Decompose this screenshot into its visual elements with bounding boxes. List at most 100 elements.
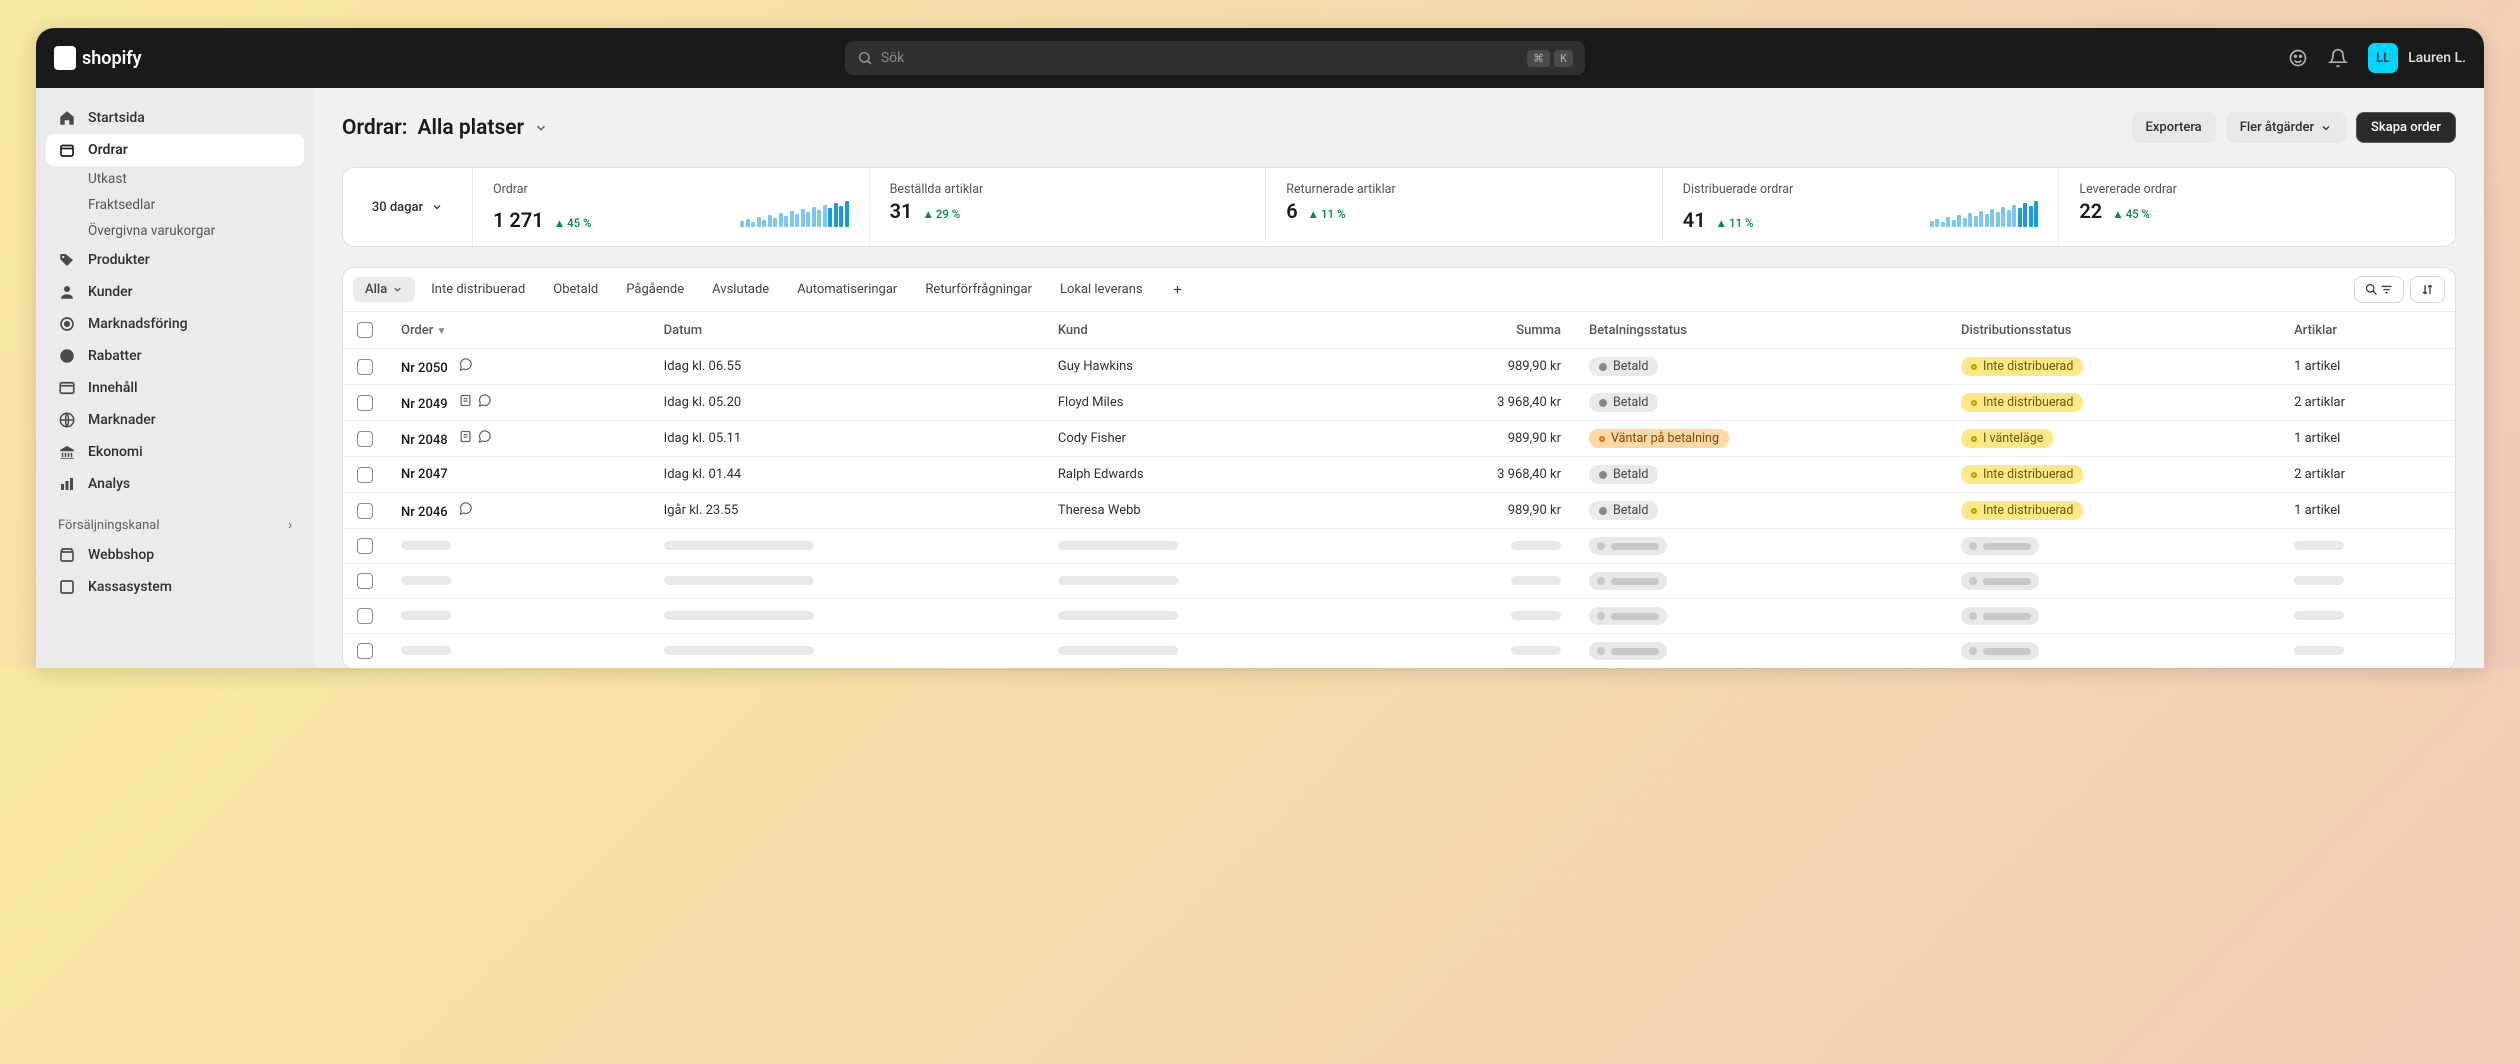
search-icon (857, 50, 873, 66)
chat-icon (458, 357, 473, 372)
row-checkbox[interactable] (357, 538, 373, 554)
nav-online-store[interactable]: Webbshop (46, 539, 304, 571)
order-number[interactable]: Nr 2047 (401, 467, 448, 482)
stat-delta: ▲11 % (1308, 207, 1346, 221)
cell-customer: Ralph Edwards (1044, 457, 1372, 493)
col-fulfillment[interactable]: Distributionsstatus (1947, 312, 2280, 349)
row-checkbox[interactable] (357, 467, 373, 483)
chevron-down-icon[interactable] (534, 121, 548, 135)
col-date[interactable]: Datum (650, 312, 1044, 349)
nav-orders[interactable]: Ordrar (46, 134, 304, 166)
search-filter-button[interactable] (2354, 276, 2404, 303)
nav-pos-label: Kassasystem (88, 579, 172, 595)
col-customer[interactable]: Kund (1044, 312, 1372, 349)
row-checkbox[interactable] (357, 359, 373, 375)
row-checkbox[interactable] (357, 503, 373, 519)
stat-cell[interactable]: Ordrar1 271▲45 % (473, 168, 870, 246)
nav-analytics[interactable]: Analys (46, 468, 304, 500)
store-icon (58, 546, 76, 564)
order-number[interactable]: Nr 2050 (401, 361, 448, 376)
sidebar: Startsida Ordrar Utkast Fraktsedlar Över… (36, 88, 314, 668)
nav-drafts[interactable]: Utkast (46, 166, 304, 192)
table-tabs: AllaInte distribueradObetaldPågåendeAvsl… (343, 268, 2455, 312)
col-total[interactable]: Summa (1372, 312, 1575, 349)
row-checkbox[interactable] (357, 608, 373, 624)
nav-finance-label: Ekonomi (88, 444, 143, 460)
stat-cell[interactable]: Beställda artiklar31▲29 % (870, 168, 1267, 246)
cell-customer: Guy Hawkins (1044, 349, 1372, 385)
stat-delta: ▲11 % (1716, 216, 1754, 230)
stat-value: 6 (1286, 199, 1297, 223)
caret-up-icon: ▲ (1308, 207, 1319, 221)
order-number[interactable]: Nr 2046 (401, 505, 448, 520)
global-search[interactable]: Sök ⌘ K (845, 41, 1585, 75)
cell-date: Igår kl. 23.55 (650, 493, 1044, 529)
row-checkbox[interactable] (357, 431, 373, 447)
row-checkbox[interactable] (357, 643, 373, 659)
table-row[interactable]: Nr 2047Idag kl. 01.44Ralph Edwards3 968,… (343, 457, 2455, 493)
table-row[interactable]: Nr 2046Igår kl. 23.55Theresa Webb989,90 … (343, 493, 2455, 529)
face-icon[interactable] (2288, 48, 2308, 68)
col-order[interactable]: Order ▼ (387, 312, 650, 349)
search-placeholder: Sök (881, 50, 1523, 66)
tab-alla[interactable]: Alla (353, 277, 415, 302)
chart-icon (58, 475, 76, 493)
col-items[interactable]: Artiklar (2280, 312, 2455, 349)
nav-customers[interactable]: Kunder (46, 276, 304, 308)
tab-avslutade[interactable]: Avslutade (700, 277, 781, 302)
pos-icon (58, 578, 76, 596)
cell-items: 2 artiklar (2280, 457, 2455, 493)
nav-discounts[interactable]: Rabatter (46, 340, 304, 372)
nav-marketing[interactable]: Marknadsföring (46, 308, 304, 340)
order-number[interactable]: Nr 2048 (401, 433, 448, 448)
nav-finance[interactable]: Ekonomi (46, 436, 304, 468)
tab-automatiseringar[interactable]: Automatiseringar (785, 277, 909, 302)
nav-pos[interactable]: Kassasystem (46, 571, 304, 603)
tab-lokal-leverans[interactable]: Lokal leverans (1048, 277, 1155, 302)
nav-markets[interactable]: Marknader (46, 404, 304, 436)
period-selector[interactable]: 30 dagar (343, 168, 473, 246)
cell-date: Idag kl. 05.11 (650, 421, 1044, 457)
order-number[interactable]: Nr 2049 (401, 397, 448, 412)
select-all-checkbox[interactable] (357, 322, 373, 338)
nav-shipping-labels[interactable]: Fraktsedlar (46, 192, 304, 218)
nav-sales-channels-header[interactable]: Försäljningskanal › (46, 500, 304, 539)
tab-inte-distribuerad[interactable]: Inte distribuerad (419, 277, 537, 302)
tab-pågående[interactable]: Pågående (614, 277, 696, 302)
col-payment[interactable]: Betalningsstatus (1575, 312, 1947, 349)
stat-cell[interactable]: Levererade ordrar22▲45 % (2059, 168, 2455, 246)
table-row[interactable]: Nr 2048Idag kl. 05.11Cody Fisher989,90 k… (343, 421, 2455, 457)
table-row[interactable]: Nr 2050Idag kl. 06.55Guy Hawkins989,90 k… (343, 349, 2455, 385)
more-actions-button[interactable]: Fler åtgärder (2226, 112, 2346, 143)
brand-logo[interactable]: shopify (54, 46, 142, 70)
nav-abandoned[interactable]: Övergivna varukorgar (46, 218, 304, 244)
cell-total: 3 968,40 kr (1372, 457, 1575, 493)
tab-obetald[interactable]: Obetald (541, 277, 610, 302)
row-checkbox[interactable] (357, 573, 373, 589)
caret-up-icon: ▲ (922, 207, 933, 221)
fulfillment-badge: Inte distribuerad (1961, 501, 2083, 520)
skeleton-row (343, 634, 2455, 669)
nav-home[interactable]: Startsida (46, 102, 304, 134)
create-order-button[interactable]: Skapa order (2356, 112, 2456, 143)
tab-returförfrågningar[interactable]: Returförfrågningar (913, 277, 1044, 302)
target-icon (58, 315, 76, 333)
cell-total: 989,90 kr (1372, 493, 1575, 529)
nav-content[interactable]: Innehåll (46, 372, 304, 404)
stat-cell[interactable]: Returnerade artiklar6▲11 % (1266, 168, 1663, 246)
stat-cell[interactable]: Distribuerade ordrar41▲11 % (1663, 168, 2060, 246)
nav-markets-label: Marknader (88, 412, 156, 428)
row-checkbox[interactable] (357, 395, 373, 411)
bell-icon[interactable] (2328, 48, 2348, 68)
add-tab-button[interactable] (1159, 278, 1196, 301)
cell-date: Idag kl. 05.20 (650, 385, 1044, 421)
nav-products[interactable]: Produkter (46, 244, 304, 276)
skeleton-row (343, 564, 2455, 599)
table-row[interactable]: Nr 2049Idag kl. 05.20Floyd Miles3 968,40… (343, 385, 2455, 421)
sort-button[interactable] (2410, 276, 2445, 303)
user-menu[interactable]: LL Lauren L. (2368, 43, 2466, 73)
note-icon (458, 393, 473, 408)
location-selector[interactable]: Alla platser (417, 116, 524, 140)
export-button[interactable]: Exportera (2132, 112, 2216, 143)
payment-badge: Betald (1589, 393, 1658, 412)
